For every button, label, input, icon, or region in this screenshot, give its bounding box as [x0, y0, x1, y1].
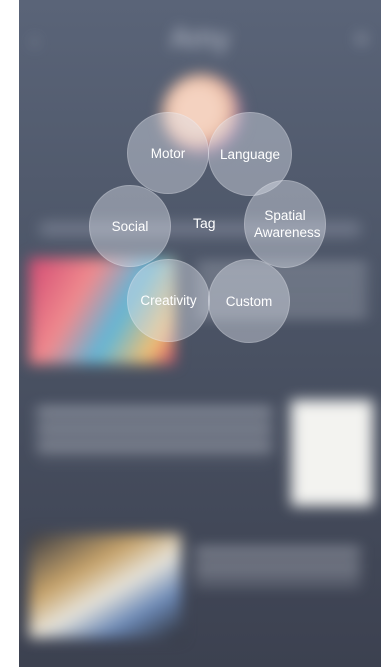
tag-option-label: Social	[111, 218, 149, 234]
tag-option-motor[interactable]: Motor	[127, 112, 209, 194]
profile-title: Amy	[170, 22, 230, 55]
tag-option-label: Motor	[150, 145, 186, 161]
add-icon[interactable]: +	[354, 24, 369, 55]
post-caption-blurred	[37, 408, 272, 460]
post-image	[29, 534, 181, 638]
tag-option-label: Creativity	[140, 293, 197, 308]
tag-option-label: Custom	[225, 293, 273, 309]
blurred-background: ‹ Amy +	[19, 0, 381, 667]
tag-option-creativity[interactable]: Creativity	[127, 259, 210, 342]
post-image	[291, 400, 373, 506]
tag-option-spatial-awareness[interactable]: Spatial Awareness	[244, 180, 326, 268]
post-caption-blurred	[195, 548, 360, 584]
tag-option-label: Spatial Awareness	[254, 208, 321, 240]
tag-option-label: Language	[219, 146, 281, 162]
tag-option-social[interactable]: Social	[89, 185, 171, 267]
tag-center-label: Tag	[193, 215, 216, 231]
tag-option-custom[interactable]: Custom	[208, 259, 290, 343]
app-screen: ‹ Amy + Motor Language Social Spatial Aw…	[19, 0, 381, 667]
